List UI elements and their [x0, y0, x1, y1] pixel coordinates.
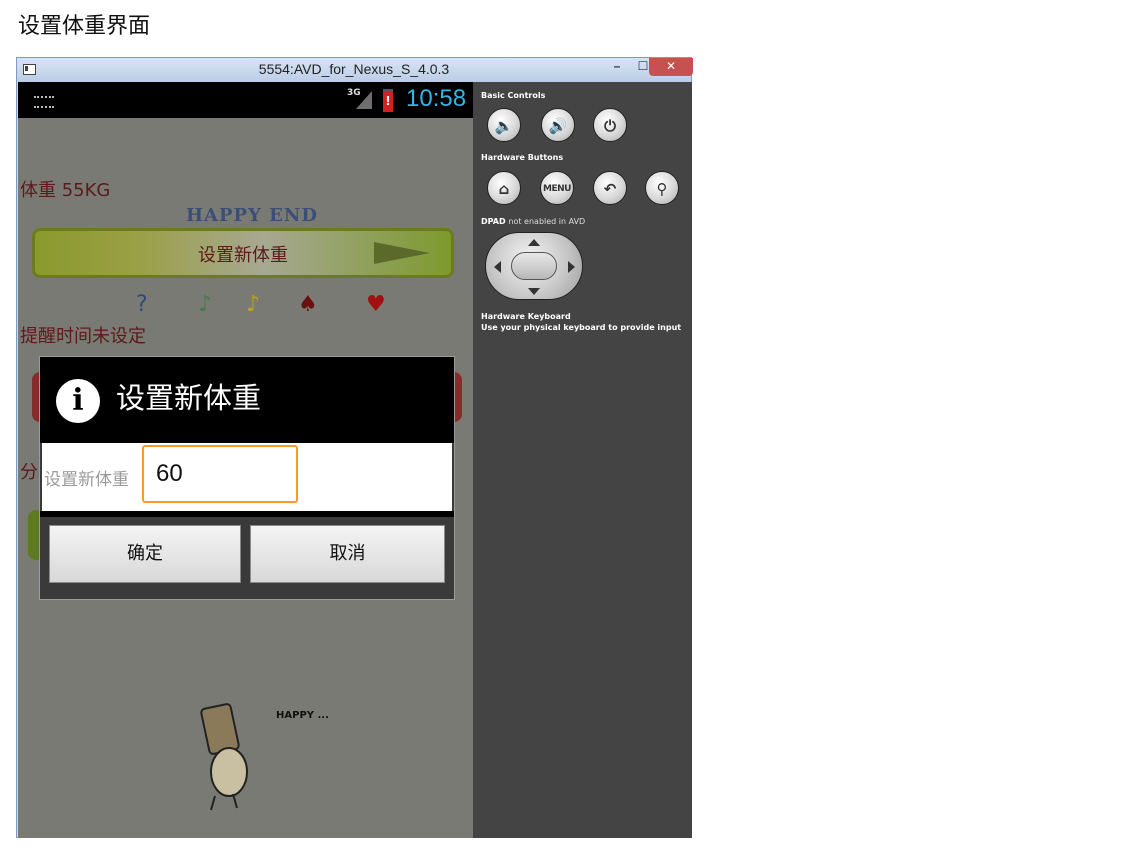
- ok-button[interactable]: 确定: [49, 525, 241, 583]
- dpad-control[interactable]: [485, 232, 583, 300]
- dpad-right-icon[interactable]: [568, 261, 575, 273]
- dialog-body: 设置新体重: [42, 443, 452, 511]
- current-weight-text: 体重 55KG: [20, 180, 111, 201]
- music-icon: ♪: [246, 292, 261, 317]
- weight-field-label: 设置新体重: [44, 470, 129, 490]
- reminder-status-text: 提醒时间未设定: [20, 326, 146, 347]
- home-button[interactable]: ⌂: [487, 171, 521, 205]
- basic-controls-label: Basic Controls: [481, 91, 546, 100]
- share-text: 分: [20, 462, 38, 483]
- emulator-window: 5554:AVD_for_Nexus_S_4.0.3 – ☐ ✕ 3G ! 10…: [16, 57, 693, 838]
- dpad-label: DPAD not enabled in AVD: [481, 217, 585, 226]
- volume-up-icon: 🔊: [548, 117, 568, 135]
- volume-down-button[interactable]: 🔈: [487, 108, 521, 142]
- home-icon: ⌂: [498, 180, 510, 198]
- dpad-label-text: DPAD: [481, 217, 506, 226]
- arrow-icon: [374, 242, 430, 264]
- weight-input[interactable]: [142, 445, 298, 503]
- dpad-up-icon[interactable]: [528, 239, 540, 246]
- menu-button[interactable]: MENU: [540, 171, 574, 205]
- search-icon: ⚲: [656, 180, 668, 198]
- document-heading: 设置体重界面: [18, 14, 151, 39]
- happy-caption: HAPPY ...: [276, 710, 329, 721]
- set-weight-dialog: i 设置新体重 设置新体重 确定 取消: [39, 356, 455, 600]
- window-title-bar[interactable]: 5554:AVD_for_Nexus_S_4.0.3 – ☐ ✕: [17, 58, 693, 82]
- note-icon: ♪: [198, 292, 213, 317]
- menu-label: MENU: [543, 184, 571, 194]
- emulator-controls-panel: Basic Controls 🔈 🔊 ⏻ Hardware Buttons ⌂ …: [473, 82, 692, 838]
- hardware-keyboard-hint: Use your physical keyboard to provide in…: [481, 323, 682, 332]
- cartoon-image: [200, 703, 248, 811]
- battery-warning-glyph: !: [385, 94, 391, 108]
- dialog-divider: [40, 511, 454, 517]
- cancel-button[interactable]: 取消: [250, 525, 445, 583]
- status-bar: 3G ! 10:58: [18, 82, 473, 118]
- close-icon: ✕: [665, 59, 677, 73]
- minimize-icon: –: [613, 59, 621, 73]
- battery-icon: !: [383, 89, 393, 112]
- heart-icon: ♥: [366, 292, 386, 317]
- hardware-keyboard-label: Hardware Keyboard: [481, 312, 571, 321]
- window-title: 5554:AVD_for_Nexus_S_4.0.3: [258, 61, 450, 77]
- volume-up-button[interactable]: 🔊: [541, 108, 575, 142]
- info-icon: i: [56, 379, 100, 423]
- dialog-title: 设置新体重: [116, 381, 262, 415]
- dpad-down-icon[interactable]: [528, 288, 540, 295]
- minimize-button[interactable]: –: [604, 58, 630, 76]
- power-button[interactable]: ⏻: [593, 108, 627, 142]
- dialog-header: i 设置新体重: [40, 357, 454, 443]
- set-weight-button[interactable]: 设置新体重: [32, 228, 454, 278]
- maximize-icon: ☐: [637, 59, 649, 73]
- back-button[interactable]: ↶: [593, 171, 627, 205]
- hardware-buttons-label: Hardware Buttons: [481, 153, 564, 162]
- dpad-center-button[interactable]: [511, 252, 557, 280]
- phone-screen: 3G ! 10:58 体重 55KG HAPPY END 设置新体重 ? ♪ ♪…: [18, 82, 473, 838]
- signal-icon: [356, 91, 372, 109]
- happy-end-logo: HAPPY END: [186, 205, 318, 226]
- spade-icon: ♠: [298, 292, 318, 317]
- volume-down-icon: 🔈: [494, 117, 514, 135]
- dpad-note: not enabled in AVD: [508, 217, 586, 226]
- power-icon: ⏻: [604, 117, 616, 135]
- keyboard-icon: [34, 96, 54, 108]
- search-button[interactable]: ⚲: [645, 171, 679, 205]
- status-clock: 10:58: [406, 85, 467, 112]
- close-button[interactable]: ✕: [649, 58, 693, 76]
- back-icon: ↶: [603, 180, 617, 198]
- dpad-left-icon[interactable]: [494, 261, 501, 273]
- question-icon: ?: [136, 292, 148, 317]
